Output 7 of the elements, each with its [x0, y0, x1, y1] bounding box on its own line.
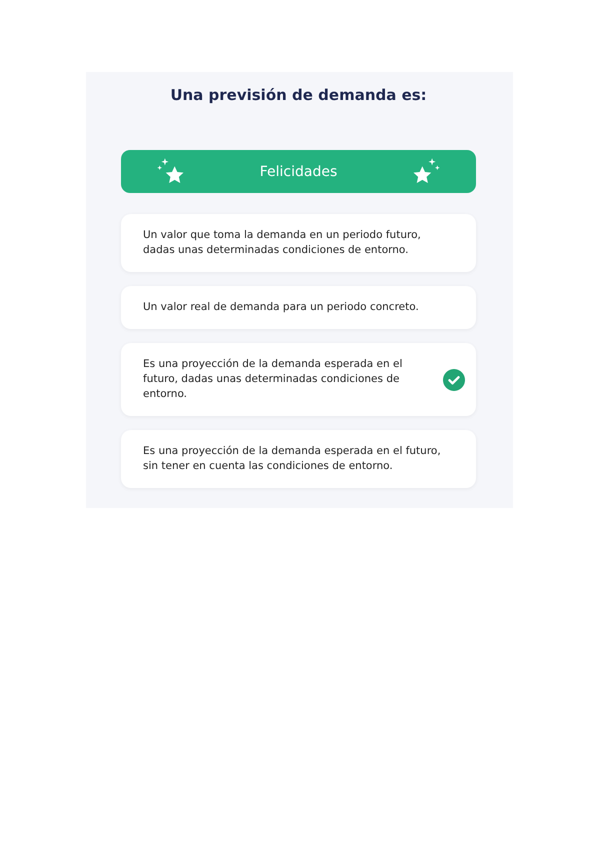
- question-title: Una previsión de demanda es:: [169, 86, 428, 104]
- answer-option[interactable]: Es una proyección de la demanda esperada en el futuro, dadas unas determinadas condiciones de entorno.: [121, 343, 476, 416]
- answer-option[interactable]: Es una proyección de la demanda esperada en el futuro, sin tener en cuenta las condiciones de entorno.: [121, 430, 476, 488]
- checkmark-icon: [443, 368, 465, 390]
- answer-option[interactable]: Un valor real de demanda para un periodo concreto.: [121, 286, 476, 329]
- answer-option[interactable]: Un valor que toma la demanda en un periodo futuro, dadas unas determinadas condiciones de entorno.: [121, 214, 476, 272]
- feedback-message: Felicidades: [260, 164, 338, 180]
